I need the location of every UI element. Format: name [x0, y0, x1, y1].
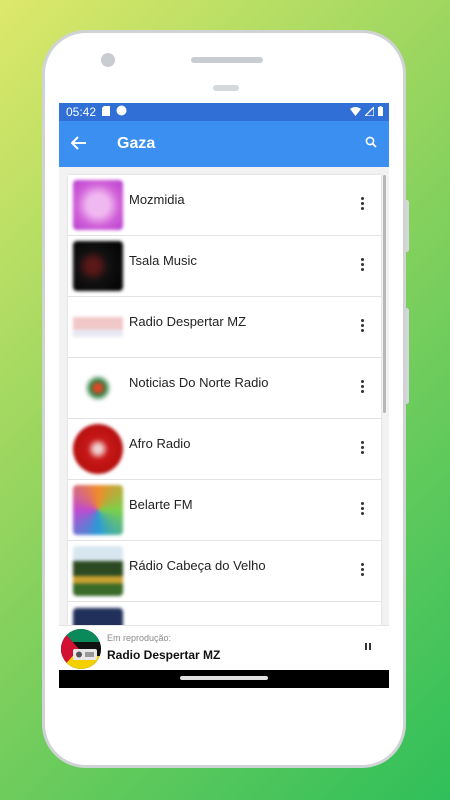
more-options-icon[interactable] — [361, 319, 365, 334]
station-name: Belarte FM — [129, 496, 193, 512]
earpiece-speaker — [191, 57, 263, 63]
station-row[interactable]: Afro Radio — [68, 419, 381, 480]
station-row-partial[interactable] — [68, 602, 381, 625]
list-scrollbar[interactable] — [383, 175, 386, 413]
status-time: 05:42 — [66, 105, 97, 119]
station-row[interactable]: Radio Despertar MZ — [68, 297, 381, 358]
noticias-do-norte-logo — [73, 363, 123, 413]
home-gesture-handle[interactable] — [180, 676, 268, 680]
screen: 05:42 Gaza Mozmidia Tsala Music Radio De… — [59, 103, 389, 688]
back-arrow-icon[interactable] — [70, 133, 101, 156]
more-options-icon[interactable] — [361, 502, 365, 517]
station-row[interactable]: Noticias Do Norte Radio — [68, 358, 381, 419]
more-options-icon[interactable] — [361, 258, 365, 273]
mozmidia-logo — [73, 180, 123, 230]
more-options-icon[interactable] — [361, 563, 365, 578]
now-playing-label: Em reprodução: — [107, 633, 172, 643]
station-row[interactable]: Belarte FM — [68, 480, 381, 541]
station-name: Radio Despertar MZ — [129, 313, 247, 329]
station-list[interactable]: Mozmidia Tsala Music Radio Despertar MZ … — [68, 175, 381, 625]
afro-radio-logo — [73, 424, 123, 474]
tsala-music-logo — [73, 241, 123, 291]
partial-station-logo — [73, 607, 123, 625]
now-playing-bar[interactable]: Em reprodução: Radio Despertar MZ — [59, 625, 389, 670]
station-name: Rádio Cabeça do Velho — [129, 557, 266, 573]
more-options-icon[interactable] — [361, 197, 365, 212]
page-title: Gaza — [117, 135, 156, 152]
front-camera — [101, 53, 115, 67]
search-icon[interactable] — [365, 135, 377, 153]
radio-cabeca-logo — [73, 546, 123, 596]
station-name: Tsala Music — [129, 252, 197, 268]
circle-notification-icon — [116, 105, 127, 119]
pause-icon[interactable] — [365, 643, 373, 653]
signal-icon — [363, 105, 375, 119]
station-name: Mozmidia — [129, 191, 185, 207]
sd-card-icon — [102, 105, 111, 119]
status-bar: 05:42 — [59, 103, 389, 121]
now-playing-station: Radio Despertar MZ — [107, 648, 221, 662]
belarte-fm-logo — [73, 485, 123, 535]
more-options-icon[interactable] — [361, 380, 365, 395]
radio-despertar-logo — [73, 302, 123, 352]
battery-icon — [378, 105, 383, 119]
speaker-grill — [213, 85, 239, 91]
navigation-bar — [59, 670, 389, 688]
station-name: Noticias Do Norte Radio — [129, 374, 269, 390]
mozambique-flag-radio-icon — [61, 629, 101, 669]
wifi-icon — [350, 105, 361, 119]
station-row[interactable]: Rádio Cabeça do Velho — [68, 541, 381, 602]
app-bar: Gaza — [59, 121, 389, 167]
station-name: Afro Radio — [129, 435, 191, 451]
more-options-icon[interactable] — [361, 441, 365, 456]
station-row[interactable]: Tsala Music — [68, 236, 381, 297]
station-row[interactable]: Mozmidia — [68, 175, 381, 236]
